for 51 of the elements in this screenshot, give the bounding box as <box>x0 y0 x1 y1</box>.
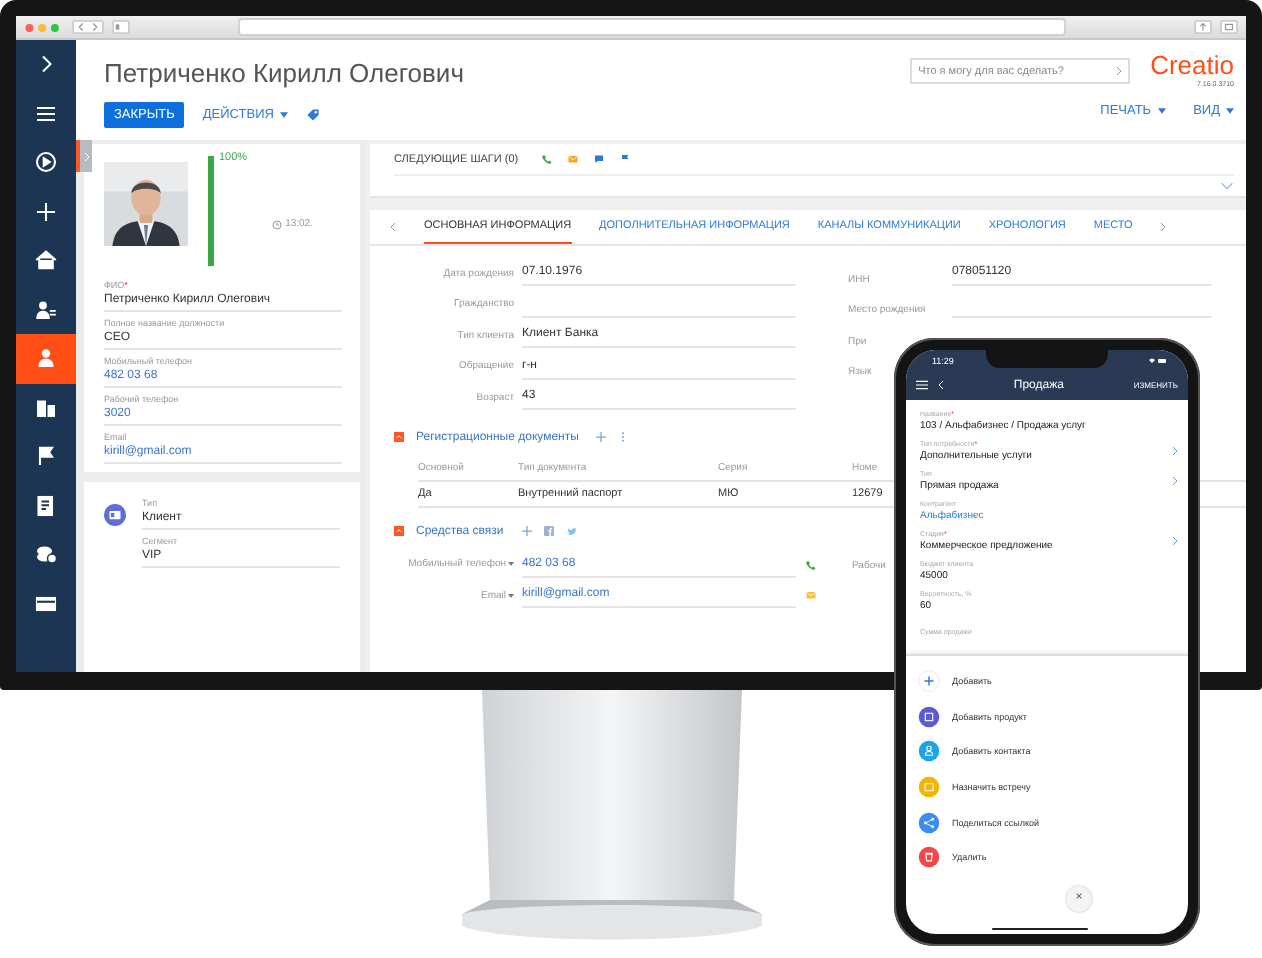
logo: Creatio <box>1150 52 1234 80</box>
plus-icon <box>34 199 58 224</box>
chevron-down-icon[interactable] <box>1220 182 1234 190</box>
menu-icon[interactable] <box>916 380 928 390</box>
add-icon[interactable] <box>596 432 607 442</box>
status-icons <box>1148 357 1168 363</box>
collapse-icon[interactable] <box>394 526 404 536</box>
flag-icon[interactable] <box>620 154 631 164</box>
buildings-icon <box>34 395 58 420</box>
address-field[interactable] <box>238 18 1066 36</box>
phone-icon[interactable] <box>806 559 816 570</box>
clock-icon <box>271 219 282 229</box>
share-icon[interactable] <box>1194 20 1212 34</box>
id-card-icon <box>104 504 126 526</box>
contacts-icon <box>34 297 58 322</box>
chevron-right-icon[interactable] <box>1172 446 1178 456</box>
add-icon[interactable] <box>521 526 532 536</box>
mail-icon[interactable] <box>806 590 816 601</box>
tag-icon[interactable] <box>305 108 320 122</box>
flag-icon <box>34 444 58 469</box>
caret-icon[interactable] <box>508 593 514 598</box>
page-title: Петриченко Кирилл Олегович <box>104 58 464 88</box>
menu-icon <box>34 101 58 126</box>
chat-icon[interactable] <box>594 154 605 164</box>
home-icon <box>34 248 58 273</box>
back-icon[interactable] <box>938 380 944 390</box>
chevron-right-icon[interactable] <box>1160 222 1167 232</box>
chevron-right-icon[interactable] <box>1172 536 1178 546</box>
back-forward-icon[interactable] <box>72 20 104 34</box>
phone-notch <box>986 350 1108 368</box>
card-icon <box>34 591 58 616</box>
chevron-right-icon[interactable] <box>1172 476 1178 486</box>
person-icon <box>34 346 58 371</box>
window-controls-icon[interactable] <box>24 21 64 33</box>
chevron-left-icon[interactable] <box>390 222 396 232</box>
document-icon <box>34 493 58 518</box>
play-icon <box>34 150 58 175</box>
caret-icon <box>1226 108 1234 114</box>
caret-icon[interactable] <box>508 562 514 567</box>
chevron-right-icon[interactable] <box>1116 66 1123 76</box>
bird-icon[interactable] <box>565 526 576 536</box>
mail-icon[interactable] <box>568 154 579 164</box>
collapse-button[interactable] <box>76 140 92 172</box>
facebook-icon[interactable] <box>543 526 554 536</box>
tabs-icon[interactable] <box>1220 20 1238 34</box>
caret-icon <box>1157 108 1166 114</box>
collapse-icon[interactable] <box>394 432 404 442</box>
caret-icon <box>279 112 288 118</box>
sidebar-icon[interactable] <box>112 20 130 34</box>
completeness-bar <box>208 156 213 266</box>
phone-icon[interactable] <box>542 154 553 164</box>
